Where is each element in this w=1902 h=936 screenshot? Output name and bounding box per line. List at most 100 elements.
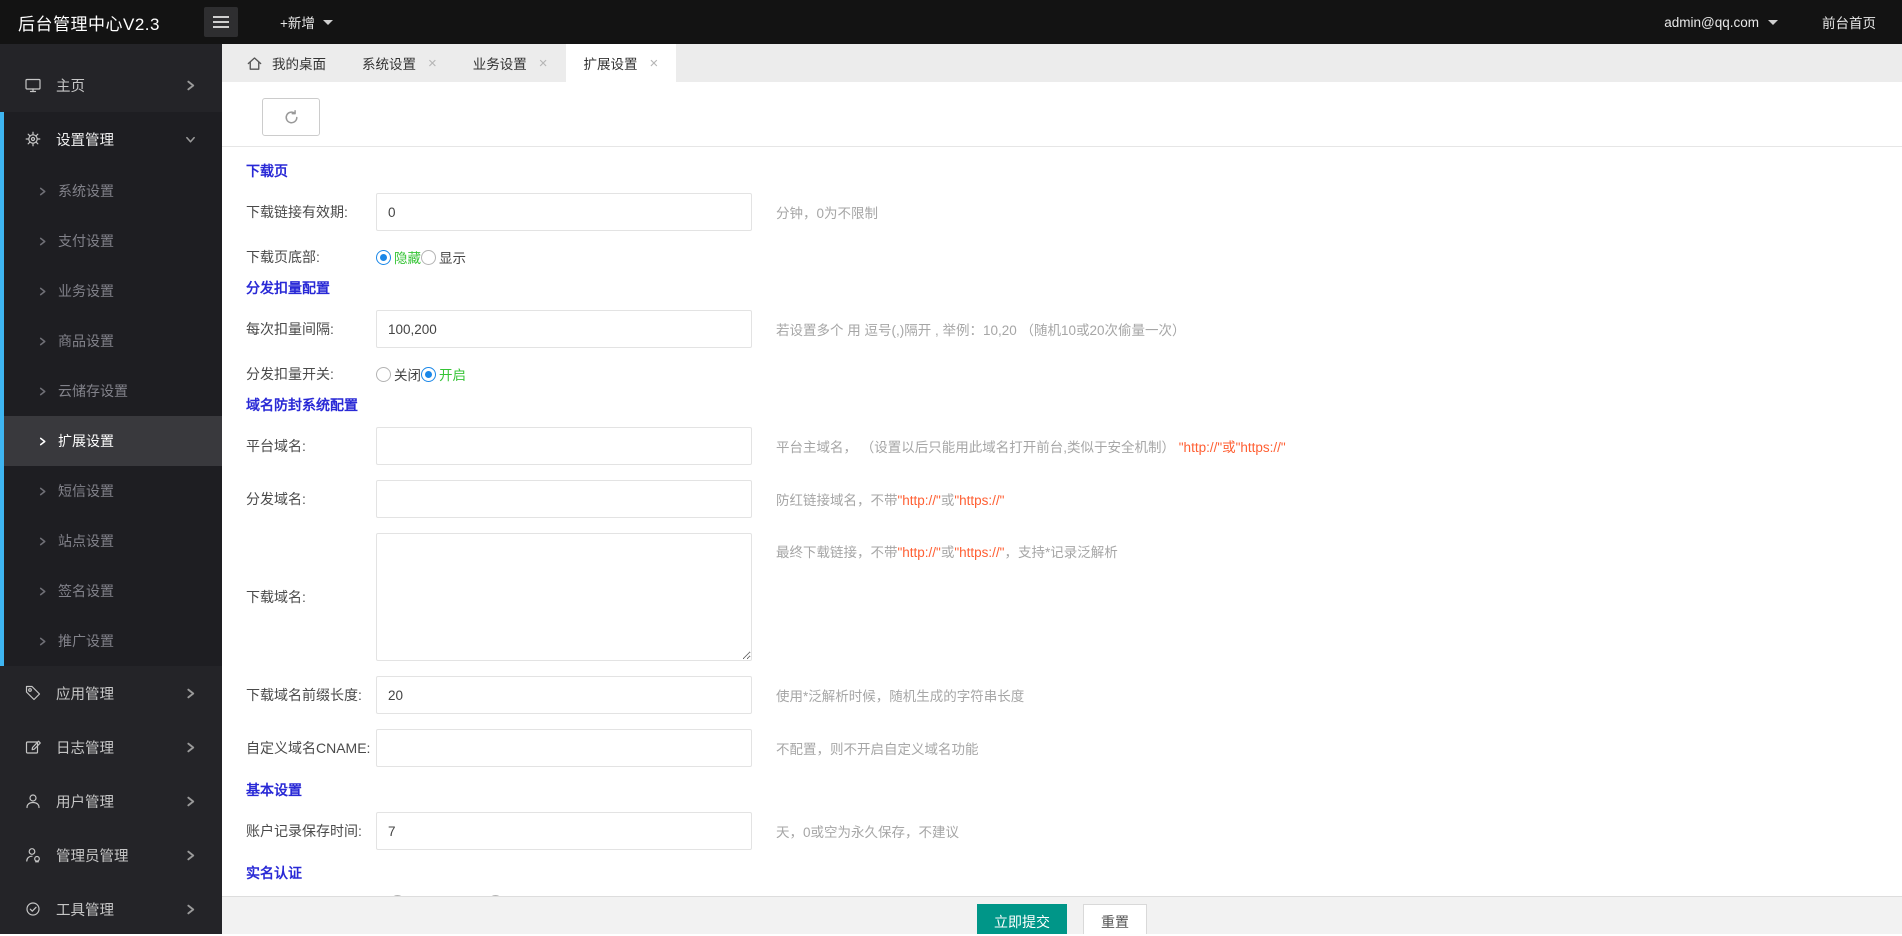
- sidebar-item-label: 用户管理: [56, 794, 114, 811]
- field-label: 分发域名:: [246, 491, 306, 507]
- sidebar-item-users[interactable]: 用户管理: [0, 774, 222, 828]
- refresh-button[interactable]: [262, 98, 320, 136]
- download-domain-textarea[interactable]: [376, 533, 752, 661]
- hamburger-icon: [213, 16, 229, 18]
- field-label: 下载域名前缀长度:: [246, 687, 362, 703]
- sidebar-subitem-extension[interactable]: 扩展设置: [4, 416, 222, 466]
- platform-domain-input[interactable]: [376, 427, 752, 465]
- tab-system-settings[interactable]: 系统设置 ×: [344, 44, 455, 82]
- sidebar-item-apps[interactable]: 应用管理: [0, 666, 222, 720]
- sidebar-item-label: 设置管理: [56, 132, 114, 149]
- sidebar-subitem-system[interactable]: 系统设置: [4, 166, 222, 216]
- tab-business-settings[interactable]: 业务设置 ×: [455, 44, 566, 82]
- tab-extension-settings[interactable]: 扩展设置 ×: [565, 44, 677, 82]
- cname-input[interactable]: [376, 729, 752, 767]
- frontend-home-link[interactable]: 前台首页: [1822, 12, 1876, 32]
- sidebar-subitem-product[interactable]: 商品设置: [4, 316, 222, 366]
- chevron-right-icon: [38, 487, 47, 496]
- link-expiry-input[interactable]: [376, 193, 752, 231]
- form-row-link-expiry: 下载链接有效期: 分钟，0为不限制: [246, 193, 1902, 231]
- settings-submenu: 系统设置 支付设置 业务设置 商品设置 云储存设置 扩展设置 短信设置 站点设置…: [4, 166, 222, 666]
- sidebar-item-tools[interactable]: 工具管理: [0, 882, 222, 936]
- dispatch-domain-input[interactable]: [376, 480, 752, 518]
- chevron-right-icon: [38, 337, 47, 346]
- section-heading-domain-block: 域名防封系统配置: [246, 397, 358, 413]
- caret-down-icon: [1768, 19, 1778, 25]
- sidebar-subitem-promotion[interactable]: 推广设置: [4, 616, 222, 666]
- prefix-length-input[interactable]: [376, 676, 752, 714]
- subitem-label: 推广设置: [58, 633, 114, 649]
- reset-button[interactable]: 重置: [1083, 904, 1147, 934]
- close-icon[interactable]: ×: [650, 56, 659, 71]
- user-email: admin@qq.com: [1664, 14, 1759, 30]
- main-content: 下载页 下载链接有效期: 分钟，0为不限制 下载页底部: 隐藏 显示 分发扣量配…: [222, 82, 1902, 896]
- user-icon: [24, 792, 42, 810]
- form-row-dispatch-domain: 分发域名: 防红链接域名，不带"http://"或"https://": [246, 480, 1902, 518]
- chevron-right-icon: [185, 80, 196, 91]
- radio-option-show[interactable]: 显示: [421, 247, 466, 267]
- field-hint: 防红链接域名，不带"http://"或"https://": [776, 493, 1005, 508]
- sidebar-item-settings[interactable]: 设置管理: [4, 112, 222, 166]
- radio-checked-icon: [421, 366, 436, 382]
- admin-user-icon: [24, 846, 42, 864]
- new-dropdown[interactable]: +新增: [280, 12, 333, 32]
- section-heading-realname: 实名认证: [246, 865, 302, 881]
- sidebar-subitem-site[interactable]: 站点设置: [4, 516, 222, 566]
- new-dropdown-label: +新增: [280, 16, 315, 31]
- sidebar-subitem-signature[interactable]: 签名设置: [4, 566, 222, 616]
- topbar-right: admin@qq.com 前台首页: [1664, 12, 1902, 32]
- radio-option-on[interactable]: 开启: [421, 364, 466, 384]
- chevron-right-icon: [38, 587, 47, 596]
- sidebar-subitem-cloud-storage[interactable]: 云储存设置: [4, 366, 222, 416]
- radio-option-label: 开启: [439, 368, 466, 383]
- tab-bar: 我的桌面 系统设置 × 业务设置 × 扩展设置 ×: [222, 44, 1902, 82]
- home-icon: [246, 55, 263, 72]
- badge-check-icon: [24, 900, 42, 918]
- form-row-page-footer: 下载页底部: 隐藏 显示: [246, 246, 1902, 268]
- radio-option-label: 显示: [439, 251, 466, 266]
- submit-button[interactable]: 立即提交: [977, 904, 1067, 934]
- tag-icon: [24, 684, 42, 702]
- sidebar-subitem-sms[interactable]: 短信设置: [4, 466, 222, 516]
- sidebar-item-home[interactable]: 主页: [0, 58, 222, 112]
- menu-toggle-button[interactable]: [204, 7, 238, 37]
- chevron-right-icon: [185, 742, 196, 753]
- chevron-right-icon: [38, 287, 47, 296]
- close-icon[interactable]: ×: [539, 56, 548, 71]
- subitem-label: 系统设置: [58, 183, 114, 199]
- close-icon[interactable]: ×: [428, 56, 437, 71]
- account-retention-input[interactable]: [376, 812, 752, 850]
- sidebar-item-label: 管理员管理: [56, 848, 129, 865]
- gear-icon: [24, 130, 42, 148]
- radio-unchecked-icon: [376, 366, 391, 382]
- form-row-download-domain: 下载域名: 最终下载链接，不带"http://"或"https://"，支持*记…: [246, 533, 1902, 661]
- chevron-right-icon: [38, 187, 47, 196]
- form-row-account-retention: 账户记录保存时间: 天，0或空为永久保存，不建议: [246, 812, 1902, 850]
- deduct-interval-input[interactable]: [376, 310, 752, 348]
- form-row-platform-domain: 平台域名: 平台主域名， （设置以后只能用此域名打开前台,类似于安全机制） "h…: [246, 427, 1902, 465]
- subitem-label: 商品设置: [58, 333, 114, 349]
- edit-square-icon: [24, 738, 42, 756]
- radio-option-off[interactable]: 关闭: [376, 364, 421, 384]
- form-row-deduct-switch: 分发扣量开关: 关闭 开启: [246, 363, 1902, 385]
- extension-settings-form: 下载页 下载链接有效期: 分钟，0为不限制 下载页底部: 隐藏 显示 分发扣量配…: [222, 147, 1902, 896]
- subitem-label: 站点设置: [58, 533, 114, 549]
- chevron-right-icon: [185, 688, 196, 699]
- chevron-right-icon: [38, 437, 47, 446]
- chevron-right-icon: [38, 387, 47, 396]
- sidebar-item-logs[interactable]: 日志管理: [0, 720, 222, 774]
- radio-option-hide[interactable]: 隐藏: [376, 247, 421, 267]
- subitem-label: 签名设置: [58, 583, 114, 599]
- section-heading-download-page: 下载页: [246, 163, 288, 179]
- tab-label: 系统设置: [362, 57, 416, 72]
- chevron-right-icon: [185, 850, 196, 861]
- sidebar-subitem-payment[interactable]: 支付设置: [4, 216, 222, 266]
- sidebar-item-label: 日志管理: [56, 740, 114, 757]
- tab-my-desktop[interactable]: 我的桌面: [228, 44, 344, 82]
- field-label: 下载域名:: [246, 589, 306, 605]
- chevron-right-icon: [185, 796, 196, 807]
- user-dropdown[interactable]: admin@qq.com: [1664, 15, 1778, 30]
- sidebar-item-admins[interactable]: 管理员管理: [0, 828, 222, 882]
- radio-option-label: 隐藏: [394, 251, 421, 266]
- sidebar-subitem-business[interactable]: 业务设置: [4, 266, 222, 316]
